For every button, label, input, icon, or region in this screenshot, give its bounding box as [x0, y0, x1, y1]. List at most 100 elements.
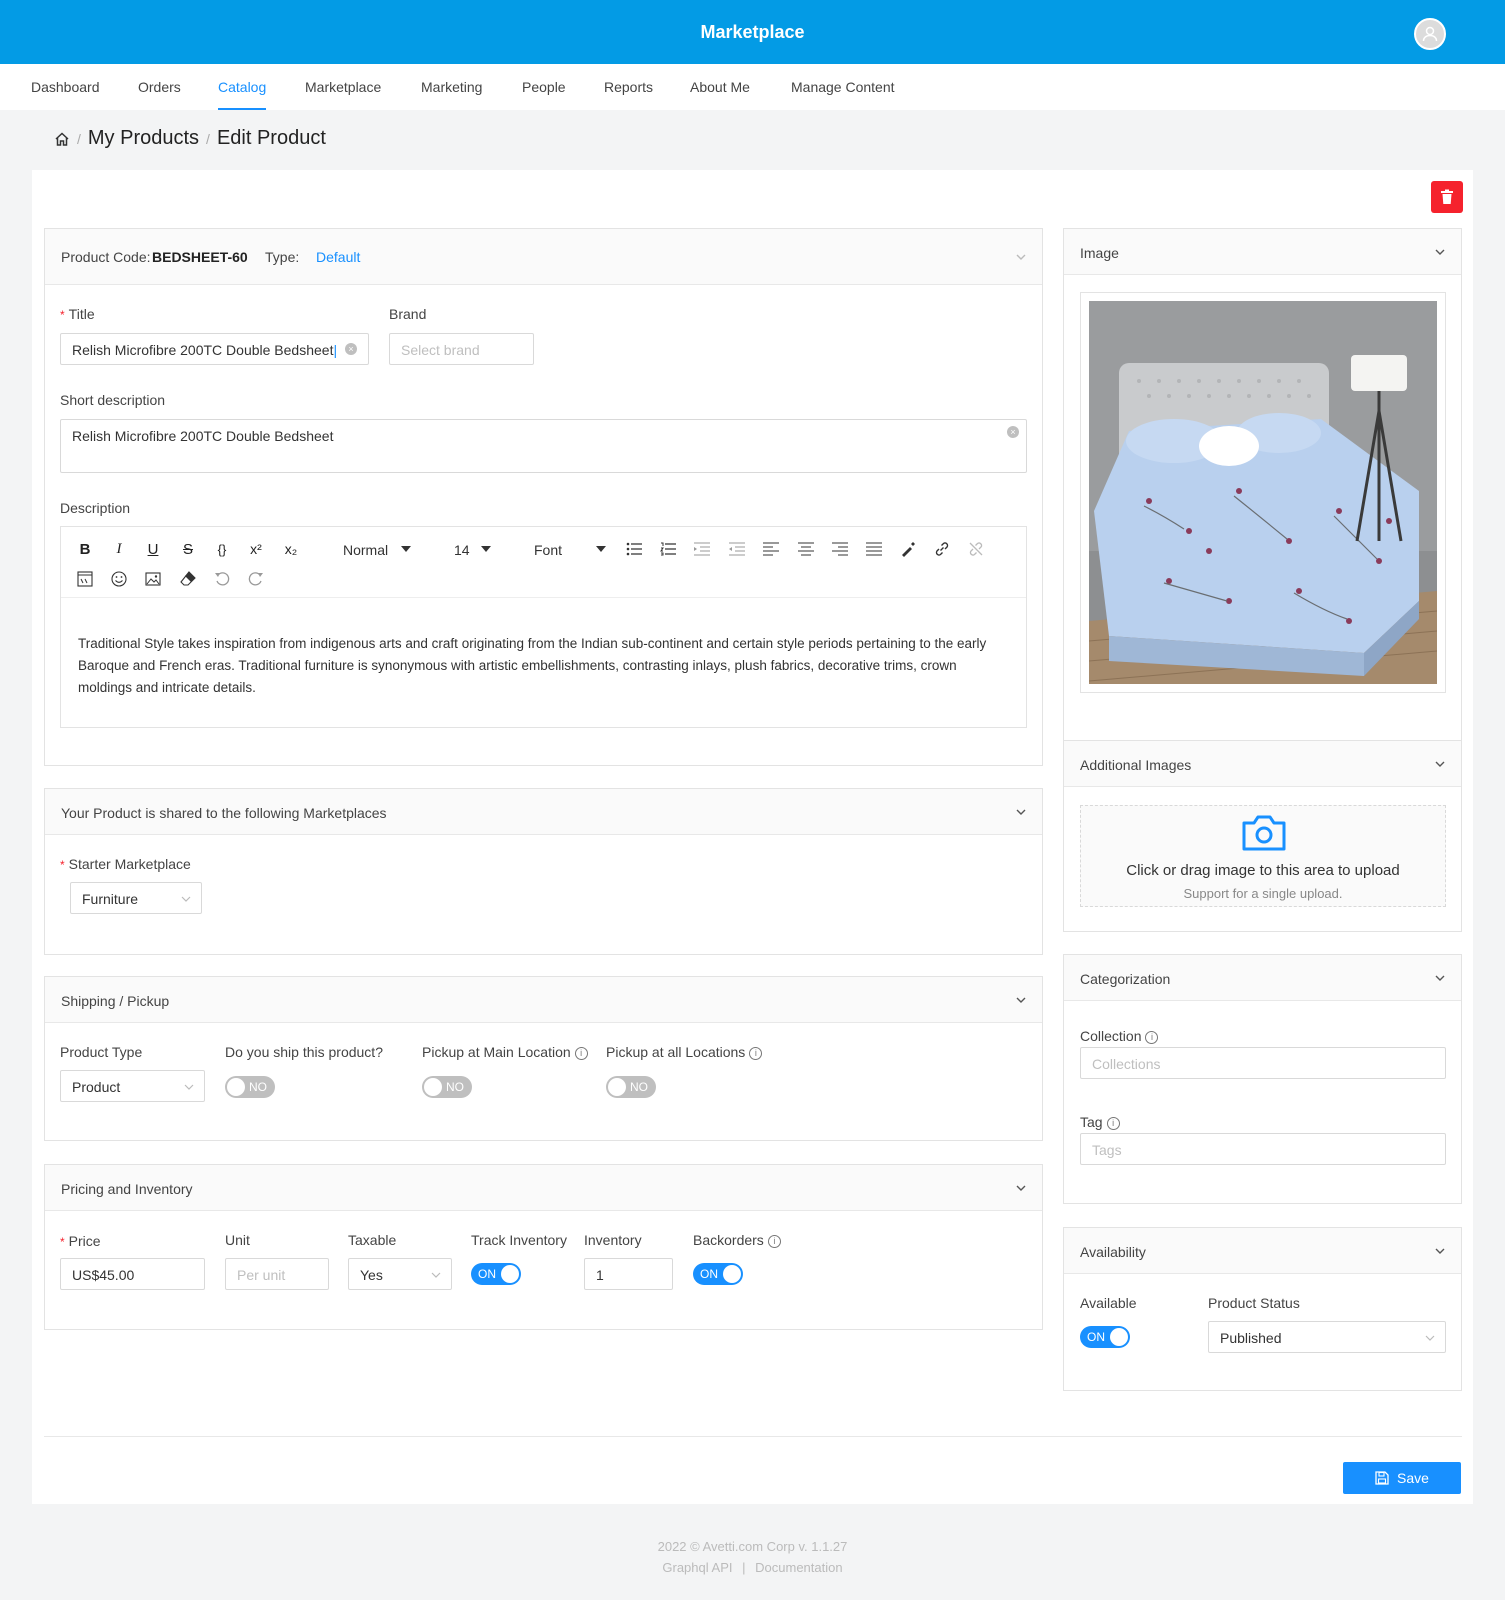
nav-marketing[interactable]: Marketing	[421, 79, 482, 95]
nav-about-me[interactable]: About Me	[690, 79, 750, 95]
align-center-icon[interactable]	[794, 538, 818, 560]
strikethrough-icon[interactable]: S	[176, 538, 200, 560]
nav-people[interactable]: People	[522, 79, 566, 95]
chevron-down-icon	[1425, 1335, 1435, 1341]
chevron-down-icon	[184, 1084, 194, 1090]
align-right-icon[interactable]	[828, 538, 852, 560]
info-icon[interactable]: i	[749, 1047, 763, 1060]
color-picker-icon[interactable]	[896, 538, 920, 560]
available-toggle[interactable]: ON	[1080, 1326, 1130, 1348]
unit-label: Unit	[225, 1232, 250, 1248]
underline-icon[interactable]: U	[141, 538, 165, 560]
chevron-down-icon[interactable]	[1014, 250, 1028, 264]
chevron-down-icon[interactable]	[1433, 1244, 1447, 1258]
emoji-icon[interactable]	[107, 568, 131, 590]
redo-icon[interactable]	[244, 568, 268, 590]
embed-icon[interactable]	[73, 568, 97, 590]
bulleted-list-icon[interactable]	[622, 538, 646, 560]
nav-manage-content[interactable]: Manage Content	[791, 79, 895, 95]
avatar[interactable]	[1414, 18, 1446, 50]
starter-marketplace-select[interactable]: Furniture	[70, 882, 202, 914]
image-icon[interactable]	[141, 568, 165, 590]
brand-select[interactable]: Select brand	[389, 333, 534, 365]
nav-active-indicator	[218, 108, 266, 110]
footer-links: Graphql API | Documentation	[0, 1560, 1505, 1575]
clear-short-description-icon[interactable]: ×	[1007, 426, 1019, 438]
code-icon[interactable]: {}	[210, 538, 234, 560]
nav-catalog[interactable]: Catalog	[218, 79, 266, 95]
info-icon[interactable]: i	[767, 1235, 781, 1248]
superscript-icon[interactable]: x²	[244, 538, 268, 560]
taxable-select[interactable]: Yes	[348, 1258, 452, 1290]
ship-product-label: Do you ship this product?	[225, 1044, 383, 1060]
chevron-down-icon[interactable]	[1433, 245, 1447, 259]
pickup-all-toggle[interactable]: NO	[606, 1076, 656, 1098]
type-value[interactable]: Default	[316, 249, 360, 265]
footer-divider	[44, 1436, 1462, 1437]
pickup-main-toggle[interactable]: NO	[422, 1076, 472, 1098]
eraser-icon[interactable]	[176, 568, 200, 590]
nav-orders[interactable]: Orders	[138, 79, 181, 95]
chevron-down-icon[interactable]	[1014, 805, 1028, 819]
short-description-input[interactable]: Relish Microfibre 200TC Double Bedsheet	[60, 419, 1027, 473]
inventory-input[interactable]: 1	[584, 1258, 673, 1290]
product-type-select[interactable]: Product	[60, 1070, 205, 1102]
align-left-icon[interactable]	[759, 538, 783, 560]
product-status-select[interactable]: Published	[1208, 1321, 1446, 1353]
indent-icon[interactable]	[690, 538, 714, 560]
price-input[interactable]: US$45.00	[60, 1258, 205, 1290]
info-icon[interactable]: i	[574, 1047, 588, 1060]
link-icon[interactable]	[930, 538, 954, 560]
documentation-link[interactable]: Documentation	[755, 1560, 842, 1575]
description-content[interactable]: Traditional Style takes inspiration from…	[78, 633, 1008, 699]
title-input[interactable]: Relish Microfibre 200TC Double Bedsheet|	[60, 333, 369, 365]
numbered-list-icon[interactable]	[656, 538, 680, 560]
chevron-down-icon[interactable]	[1433, 971, 1447, 985]
outdent-icon[interactable]	[725, 538, 749, 560]
chevron-down-icon[interactable]	[1014, 993, 1028, 1007]
info-icon[interactable]: i	[1106, 1117, 1120, 1130]
product-image-frame[interactable]	[1080, 292, 1446, 693]
save-button[interactable]: Save	[1343, 1462, 1461, 1494]
pricing-header[interactable]: Pricing and Inventory	[45, 1165, 1042, 1211]
subscript-icon[interactable]: x₂	[279, 538, 303, 560]
available-label: Available	[1080, 1295, 1137, 1311]
image-header[interactable]: Image	[1064, 229, 1461, 275]
chevron-down-icon[interactable]	[1014, 1181, 1028, 1195]
ship-product-toggle[interactable]: NO	[225, 1076, 275, 1098]
shipping-header[interactable]: Shipping / Pickup	[45, 977, 1042, 1023]
upload-text: Click or drag image to this area to uplo…	[1126, 862, 1400, 879]
italic-icon[interactable]: I	[107, 538, 131, 560]
delete-button[interactable]	[1431, 181, 1463, 213]
heading-select[interactable]: Normal	[315, 535, 419, 563]
unit-input[interactable]: Per unit	[225, 1258, 329, 1290]
undo-icon[interactable]	[210, 568, 234, 590]
save-icon	[1375, 1471, 1389, 1485]
tags-select[interactable]: Tags	[1080, 1133, 1446, 1165]
upload-dropzone[interactable]: Click or drag image to this area to uplo…	[1080, 805, 1446, 907]
home-icon[interactable]	[54, 131, 70, 147]
track-inventory-toggle[interactable]: ON	[471, 1263, 521, 1285]
info-icon[interactable]: i	[1145, 1031, 1159, 1044]
pricing-title: Pricing and Inventory	[61, 1181, 193, 1197]
breadcrumb-my-products[interactable]: My Products	[88, 127, 199, 150]
chevron-down-icon[interactable]	[1433, 757, 1447, 771]
product-info-header[interactable]: Product Code: BEDSHEET-60 Type: Default	[45, 229, 1042, 285]
font-size-select[interactable]: 14	[430, 535, 496, 563]
caret-down-icon	[401, 546, 411, 552]
additional-images-header[interactable]: Additional Images	[1064, 741, 1461, 787]
unlink-icon[interactable]	[964, 538, 988, 560]
align-justify-icon[interactable]	[862, 538, 886, 560]
nav-reports[interactable]: Reports	[604, 79, 653, 95]
collections-select[interactable]: Collections	[1080, 1047, 1446, 1079]
nav-dashboard[interactable]: Dashboard	[31, 79, 100, 95]
bold-icon[interactable]: B	[73, 538, 97, 560]
backorders-toggle[interactable]: ON	[693, 1263, 743, 1285]
nav-marketplace[interactable]: Marketplace	[305, 79, 381, 95]
clear-title-icon[interactable]: ×	[345, 343, 357, 355]
categorization-header[interactable]: Categorization	[1064, 955, 1461, 1001]
graphql-api-link[interactable]: Graphql API	[662, 1560, 732, 1575]
marketplaces-header[interactable]: Your Product is shared to the following …	[45, 789, 1042, 835]
availability-header[interactable]: Availability	[1064, 1228, 1461, 1274]
font-family-select[interactable]: Font	[508, 535, 614, 563]
